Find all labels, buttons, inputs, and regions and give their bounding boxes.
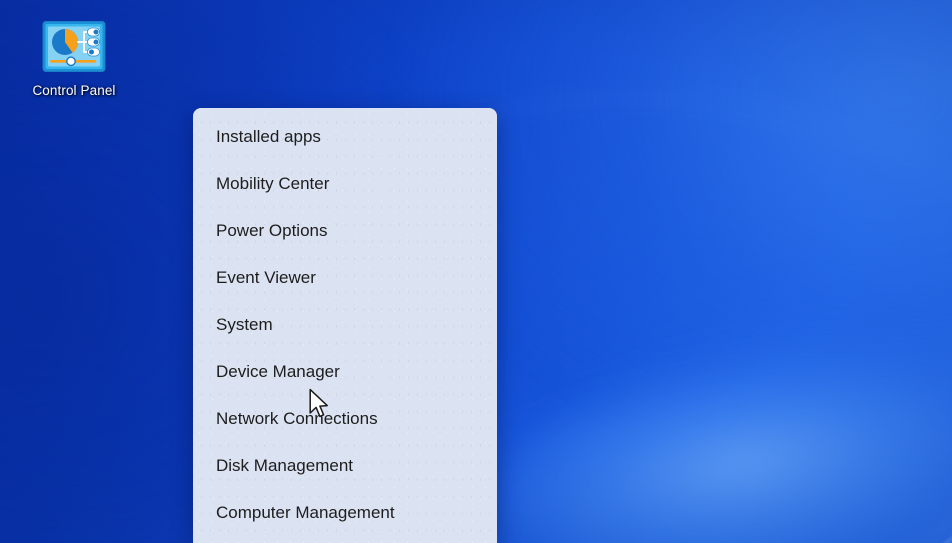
power-user-menu[interactable]: Installed apps Mobility Center Power Opt… xyxy=(193,108,497,543)
menu-item-disk-management[interactable]: Disk Management xyxy=(193,442,497,489)
desktop[interactable]: Control Panel Installed apps Mobility Ce… xyxy=(0,0,952,543)
menu-item-system[interactable]: System xyxy=(193,301,497,348)
menu-item-power-options[interactable]: Power Options xyxy=(193,207,497,254)
power-user-menu-list: Installed apps Mobility Center Power Opt… xyxy=(193,113,497,536)
desktop-icon-label: Control Panel xyxy=(32,83,116,98)
menu-item-device-manager[interactable]: Device Manager xyxy=(193,348,497,395)
menu-item-mobility-center[interactable]: Mobility Center xyxy=(193,160,497,207)
menu-item-event-viewer[interactable]: Event Viewer xyxy=(193,254,497,301)
menu-item-installed-apps[interactable]: Installed apps xyxy=(193,113,497,160)
menu-item-computer-management[interactable]: Computer Management xyxy=(193,489,497,536)
desktop-icon-control-panel[interactable]: Control Panel xyxy=(12,14,136,99)
menu-item-network-connections[interactable]: Network Connections xyxy=(193,395,497,442)
control-panel-icon xyxy=(42,20,106,75)
